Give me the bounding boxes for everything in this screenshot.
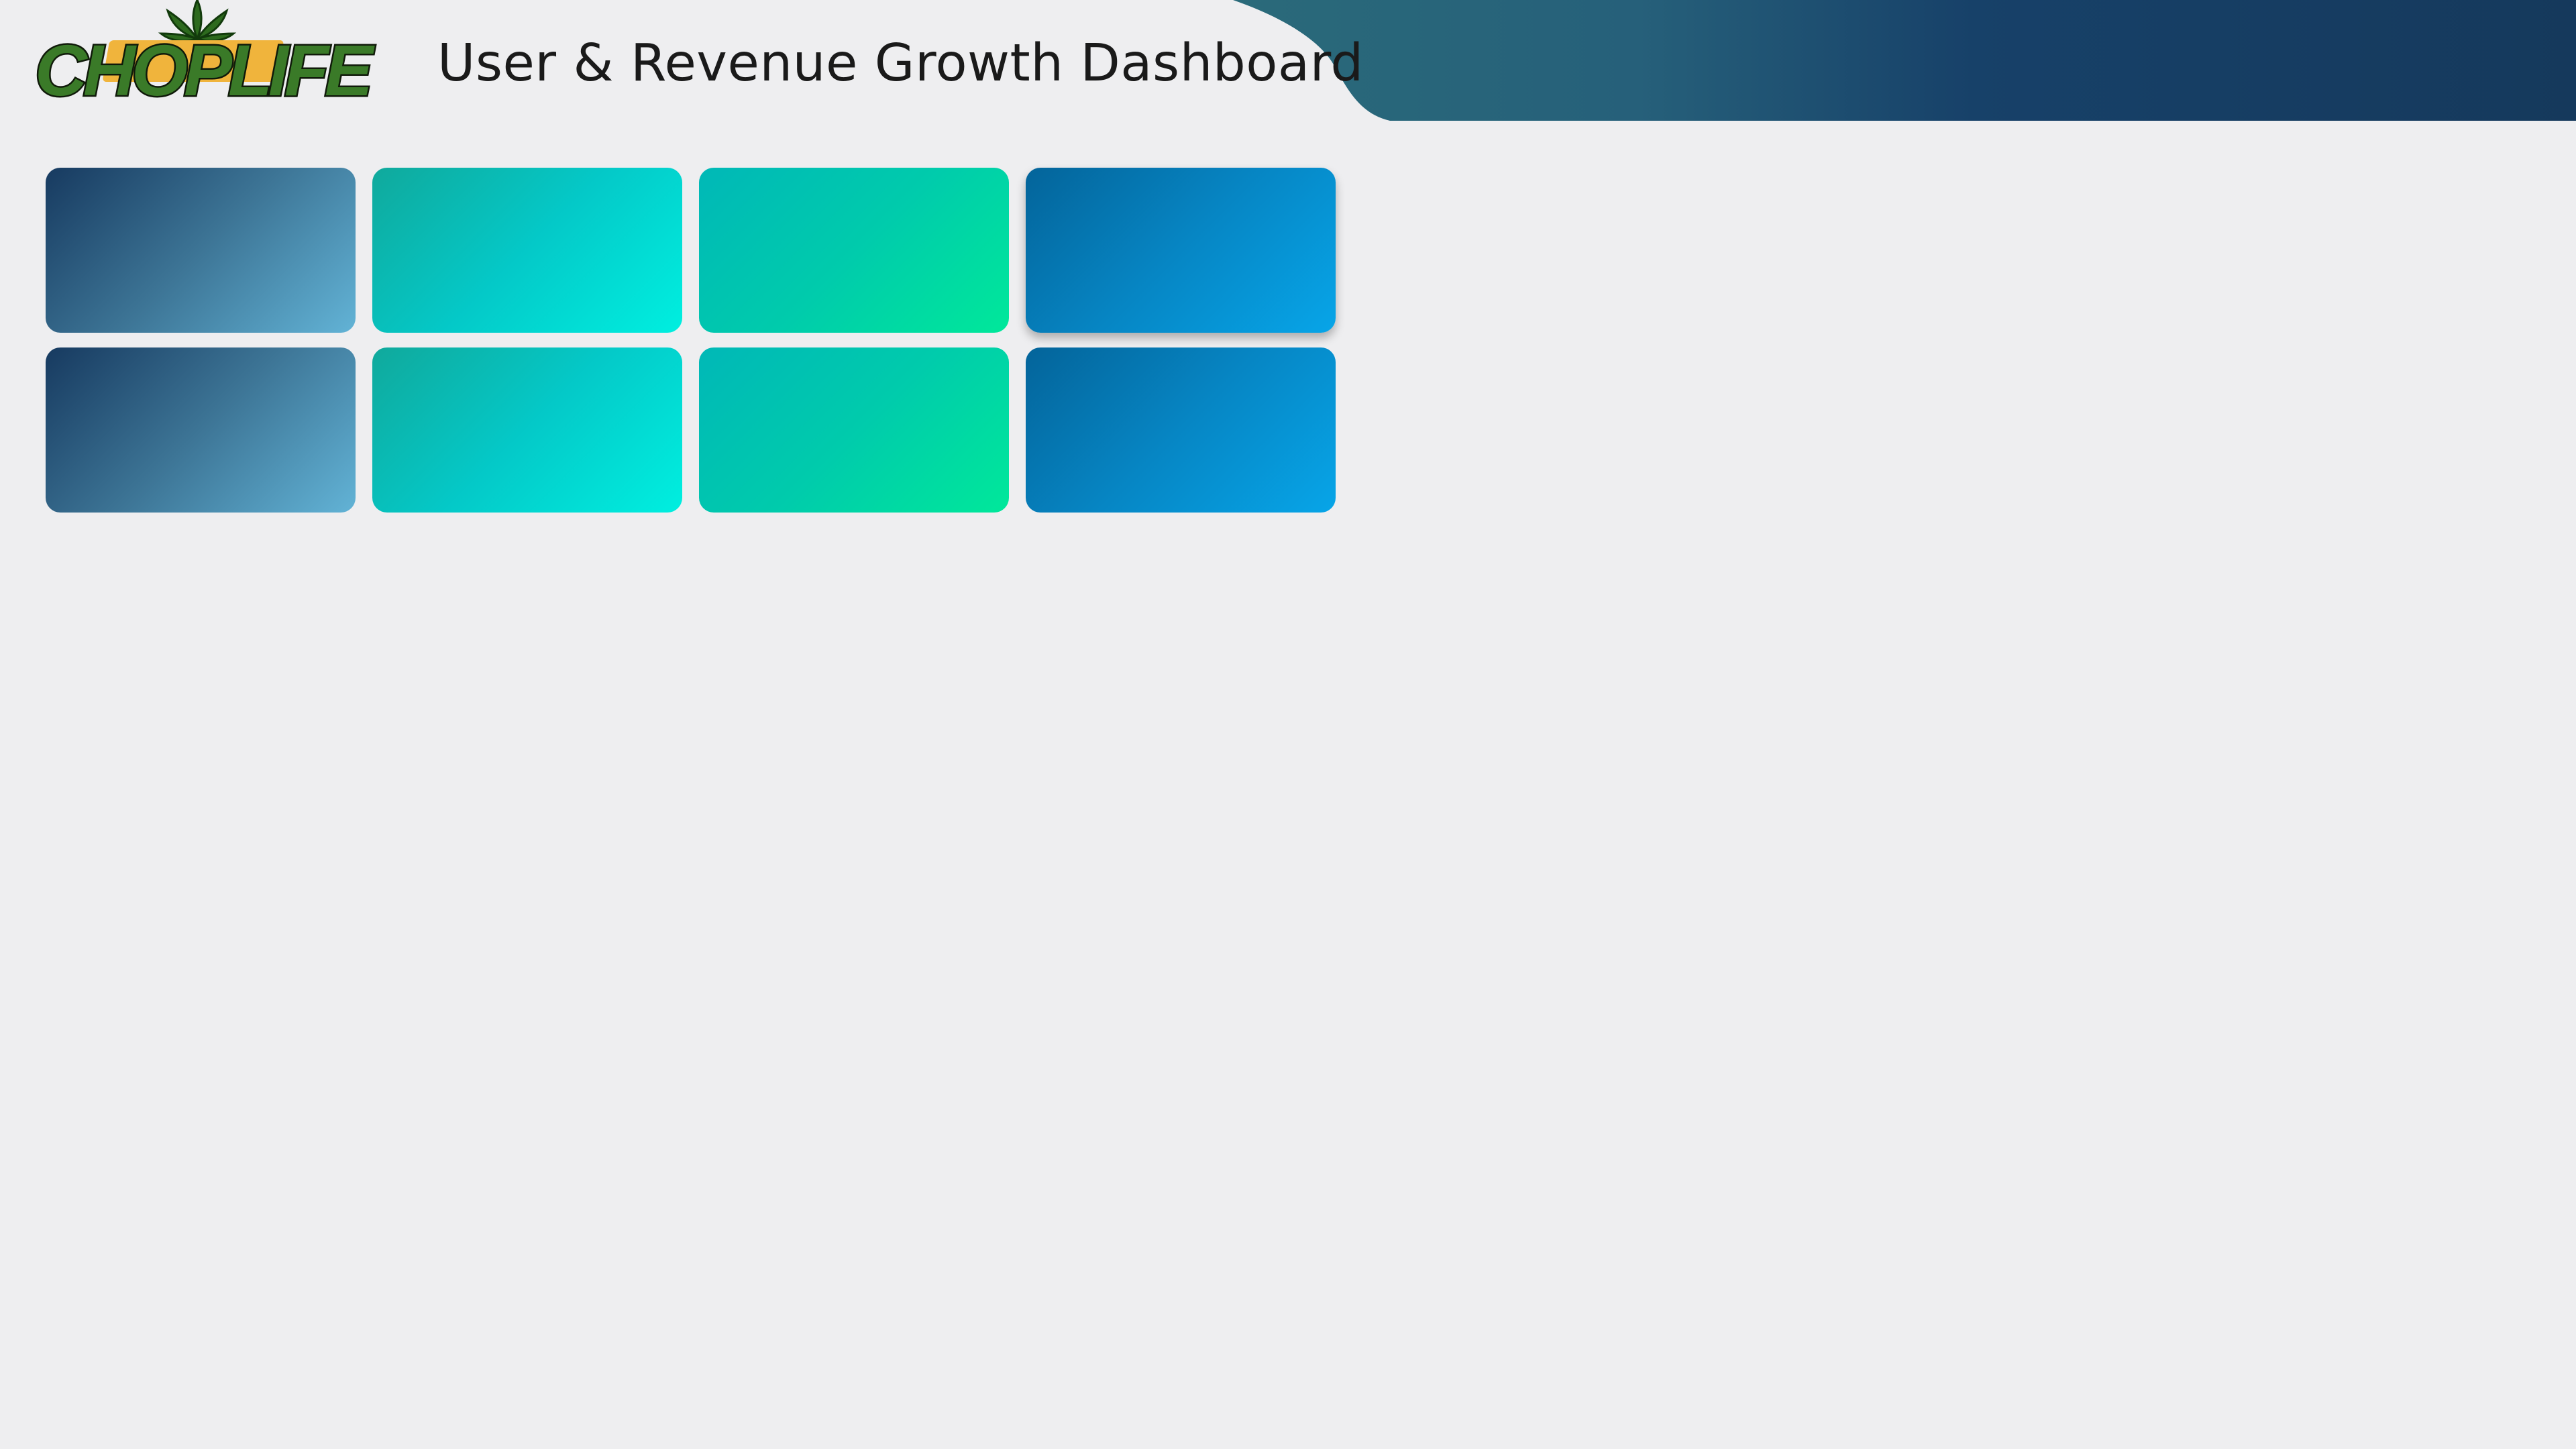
dashboard-tile[interactable] bbox=[1026, 168, 1336, 333]
dashboard-tile[interactable] bbox=[46, 168, 356, 333]
dashboard-tile[interactable] bbox=[46, 347, 356, 513]
logo-wordmark: CHOPLIFE bbox=[35, 30, 375, 111]
page-title: User & Revenue Growth Dashboard bbox=[437, 34, 1364, 93]
dashboard-tile[interactable] bbox=[1026, 347, 1336, 513]
choplife-logo: CHOPLIFE bbox=[34, 0, 377, 111]
dashboard-tile[interactable] bbox=[699, 168, 1009, 333]
dashboard-tile[interactable] bbox=[372, 347, 682, 513]
dashboard-tile[interactable] bbox=[372, 168, 682, 333]
dashboard-tile-grid bbox=[46, 168, 1336, 513]
dashboard-tile[interactable] bbox=[699, 347, 1009, 513]
